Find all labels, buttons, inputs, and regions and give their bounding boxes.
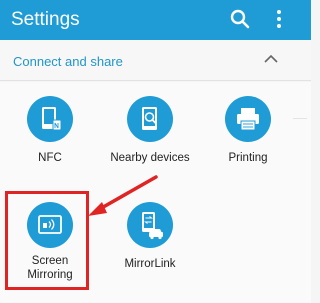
section-header-connect-and-share[interactable]: Connect and share: [0, 40, 311, 81]
tile-label: Nearby devices: [110, 152, 190, 164]
search-icon[interactable]: [229, 8, 251, 30]
app-bar: Settings: [0, 0, 311, 40]
tile-label: MirrorLink: [124, 258, 176, 270]
tile-nfc[interactable]: NFC: [7, 96, 93, 176]
divider: [293, 118, 307, 119]
section-title: Connect and share: [13, 54, 123, 69]
pointer-arrow-icon: [88, 175, 158, 216]
tile-nearby-devices[interactable]: Nearby devices: [107, 96, 193, 176]
nfc-icon: [27, 96, 73, 142]
printer-icon: [225, 96, 271, 142]
tile-printing[interactable]: Printing: [205, 96, 291, 176]
page-title: Settings: [11, 9, 80, 30]
chevron-up-icon[interactable]: [262, 52, 280, 66]
more-vert-icon[interactable]: [268, 8, 290, 30]
highlight-box: [5, 191, 89, 290]
nearby-devices-icon: [127, 96, 173, 142]
tile-label: NFC: [38, 152, 62, 164]
tile-label: Printing: [228, 152, 268, 164]
